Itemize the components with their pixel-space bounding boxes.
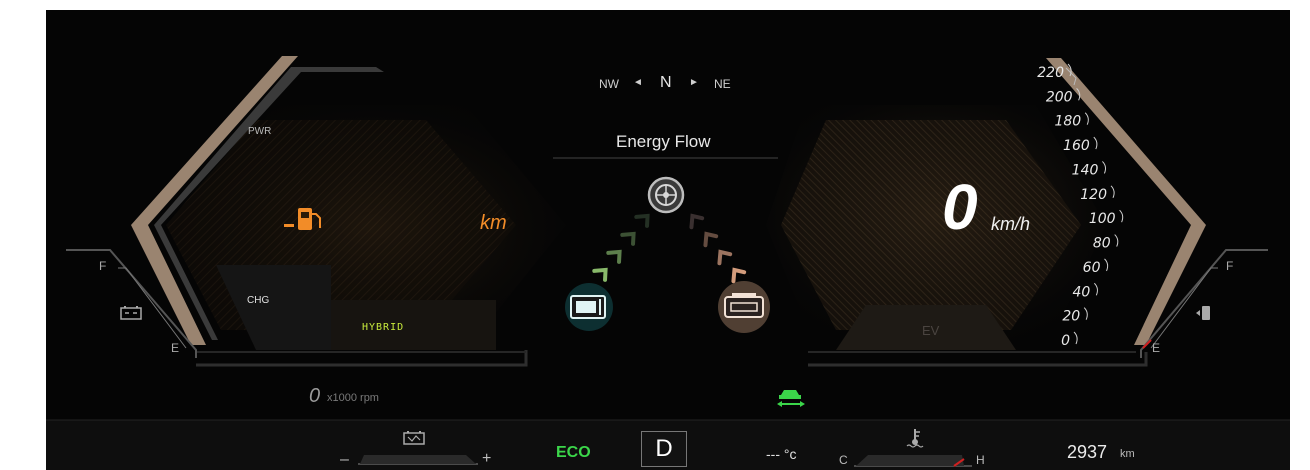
battery-minus-label: – <box>340 451 349 468</box>
speed-tick-label: 160 <box>1063 138 1090 154</box>
pwr-label: PWR <box>248 126 272 137</box>
speed-tick-mark <box>1084 112 1089 125</box>
ev-label: EV <box>922 323 940 338</box>
speed-tick-label: 220 <box>1037 65 1064 81</box>
compass-center: N <box>660 74 672 91</box>
speed-tick-mark <box>1104 258 1109 272</box>
gear-indicator: D <box>641 431 687 467</box>
right-fuel-full-label: F <box>1226 259 1234 273</box>
fuel-pump-icon <box>282 206 328 232</box>
odometer-unit: km <box>1120 448 1135 460</box>
speed-tick-label: 200 <box>1046 89 1073 105</box>
speed-tick-label: 180 <box>1054 114 1081 130</box>
outside-temperature: --- °c <box>766 446 797 462</box>
wheel-icon <box>647 176 685 214</box>
range-unit: km <box>480 212 507 234</box>
battery-warning-icon <box>120 305 144 321</box>
fuel-door-icon <box>1194 304 1214 322</box>
speed-tick-mark <box>1102 161 1107 174</box>
speed-tick-mark <box>1073 331 1078 345</box>
speed-tick-mark <box>1110 185 1115 199</box>
coolant-cold-label: C <box>839 453 848 467</box>
engine-icon <box>718 281 770 333</box>
compass-left-arrow-icon: ◄ <box>633 77 643 88</box>
speed-tick-label: 120 <box>1080 187 1107 203</box>
energy-flow-diagram <box>565 176 770 333</box>
battery-gauge-bar <box>358 455 478 465</box>
speed-tick-mark <box>1119 209 1124 223</box>
compass-left: NW <box>599 77 619 91</box>
speed-tick-mark <box>1093 136 1098 150</box>
speed-tick-label: 20 <box>1062 309 1080 325</box>
coolant-gauge-bar <box>854 455 972 467</box>
engine-flow-arrows <box>689 213 747 284</box>
speed-tick-mark <box>1114 234 1119 247</box>
compass-right: NE <box>714 77 731 91</box>
chg-label: CHG <box>247 295 270 306</box>
speed-tick-label: 100 <box>1089 211 1116 227</box>
speed-value: 0 <box>942 171 978 243</box>
energy-flow-title: Energy Flow <box>616 132 711 151</box>
battery-plus-label: + <box>482 450 492 467</box>
eco-indicator: ECO <box>556 444 591 461</box>
left-fuel-empty-label: E <box>171 341 180 355</box>
coolant-hot-label: H <box>976 453 985 467</box>
speed-tick-label: 40 <box>1073 284 1091 300</box>
car-swap-icon <box>775 385 807 409</box>
speed-tick-label: 60 <box>1083 260 1101 276</box>
speed-scale: 220200180160140120100806040200 <box>1037 63 1124 349</box>
odometer-value: 2937 <box>1067 442 1108 462</box>
gear-value: D <box>655 435 673 462</box>
left-fuel-full-label: F <box>99 259 107 273</box>
rpm-unit: x1000 rpm <box>327 392 379 404</box>
speed-tick-mark <box>1076 88 1081 101</box>
right-fuel-empty-label: E <box>1152 341 1161 355</box>
drive-mode-label: HYBRID <box>362 322 405 333</box>
speed-tick-label: 140 <box>1072 162 1099 178</box>
battery-gauge-icon <box>402 430 428 446</box>
speed-tick-mark <box>1067 63 1072 77</box>
battery-flow-arrows <box>592 213 650 282</box>
speed-tick-label: 0 <box>1061 333 1070 349</box>
coolant-temp-icon <box>906 428 924 448</box>
speed-tick-mark <box>1083 307 1088 320</box>
instrument-cluster: NW ◄ N ► NE Energy Flow PWR km CHG HYBRI… <box>46 10 1290 470</box>
compass-right-arrow-icon: ► <box>689 77 699 88</box>
rpm-value: 0 <box>309 385 321 407</box>
speed-tick-mark <box>1093 282 1098 296</box>
battery-icon <box>565 283 613 331</box>
speed-tick-label: 80 <box>1093 236 1111 252</box>
